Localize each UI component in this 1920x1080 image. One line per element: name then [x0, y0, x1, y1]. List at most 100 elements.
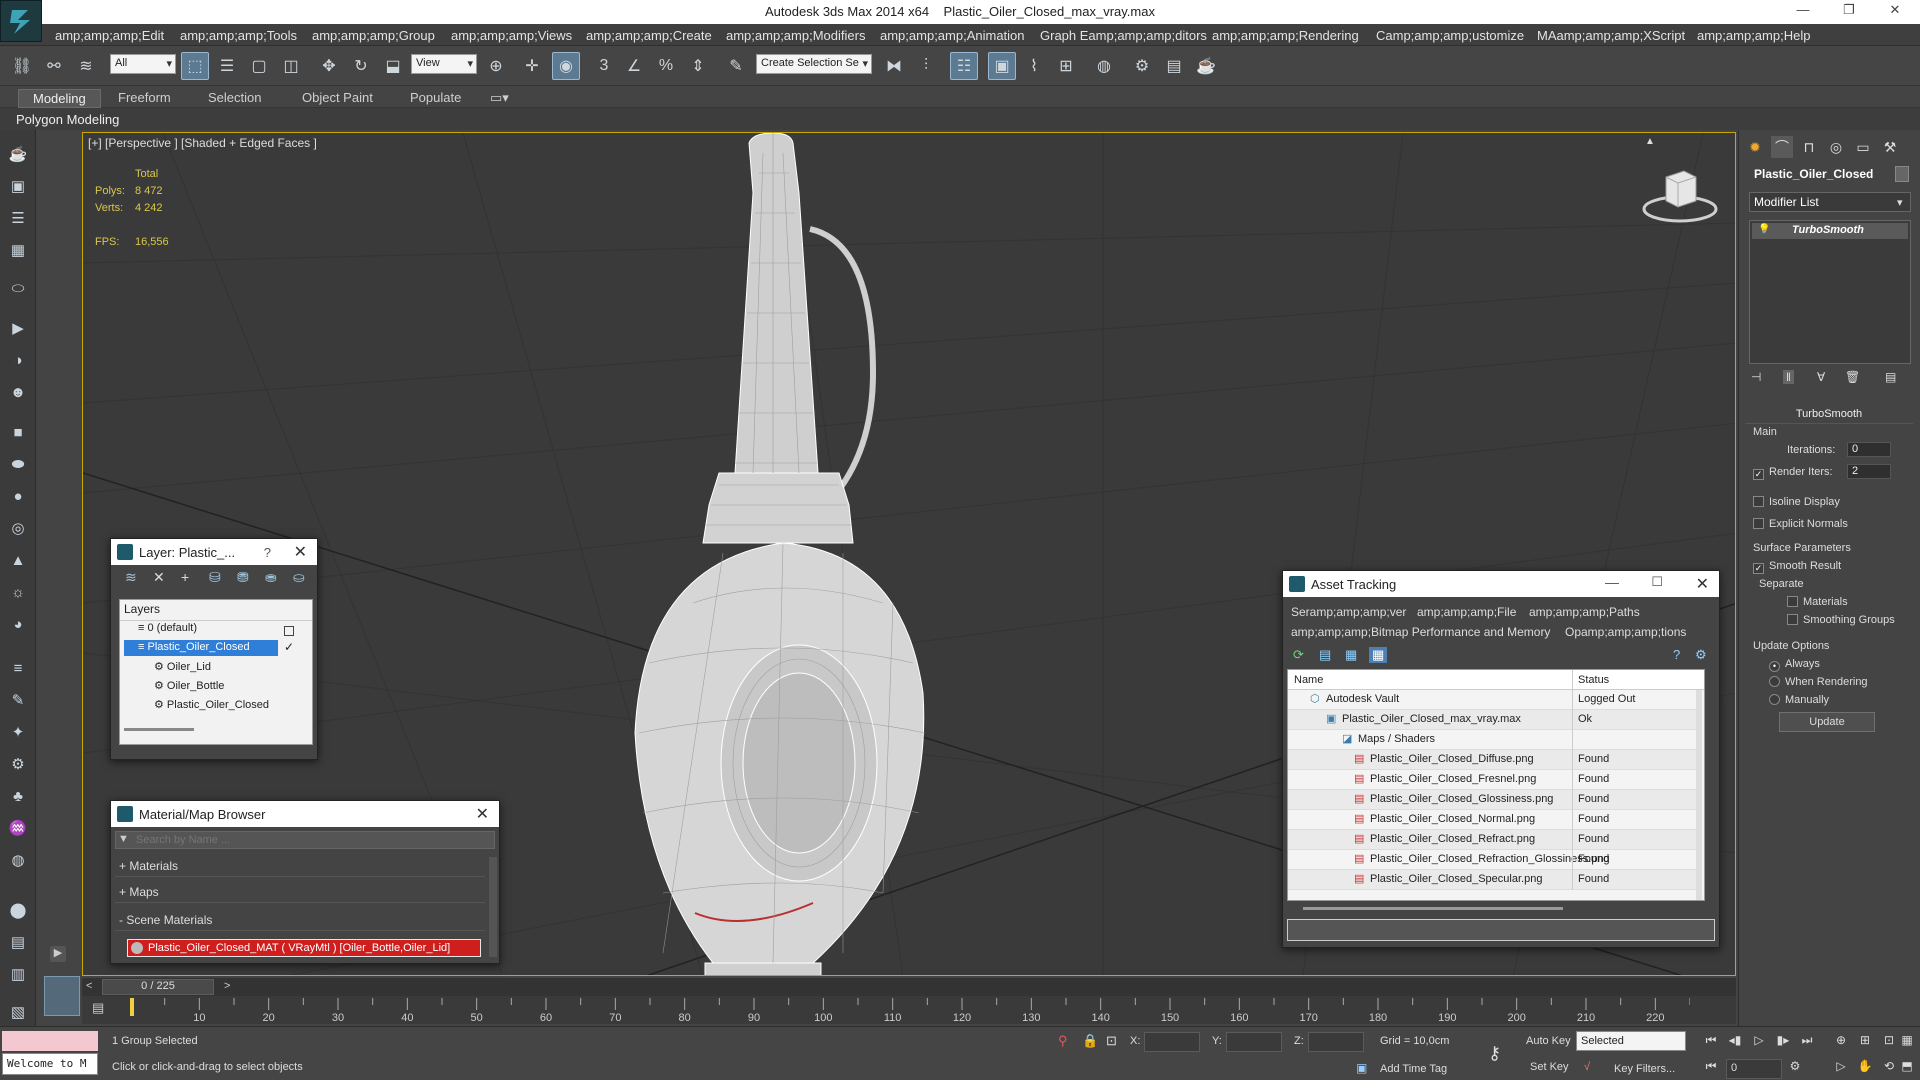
percent-snap-icon[interactable]: % [652, 52, 680, 80]
hierarchy-tab-icon[interactable]: ⊓ [1798, 136, 1820, 158]
link-icon[interactable]: ⛓ [8, 52, 36, 80]
menu-rendering[interactable]: amp;amp;amp;Rendering [1212, 28, 1359, 43]
viewcube-icon[interactable] [1640, 163, 1720, 225]
absolute-mode-icon[interactable]: ⊡ [1106, 1033, 1117, 1049]
globe-icon[interactable]: ◍ [6, 848, 30, 872]
minimize-icon[interactable]: — [1605, 574, 1619, 590]
hide-all-layers-icon[interactable]: ⛂ [265, 569, 277, 586]
pivot-center-icon[interactable]: ⊕ [482, 52, 510, 80]
maps-group[interactable]: + Maps [115, 885, 485, 903]
checkmark-icon[interactable]: ✓ [284, 640, 294, 654]
graphite-toggle-icon[interactable]: ▣ [988, 52, 1016, 80]
zoom-all-icon[interactable]: ⊞ [1856, 1033, 1874, 1051]
asset-row[interactable]: ⬡ Autodesk Vault Logged Out [1288, 690, 1696, 710]
menu-create[interactable]: amp;amp;amp;Create [586, 28, 712, 43]
name-column-header[interactable]: Name [1294, 674, 1323, 686]
lightbulb-icon[interactable]: 💡 [1758, 224, 1770, 235]
app-logo-icon[interactable] [0, 0, 42, 42]
layer-object-item[interactable]: ⚙ Plastic_Oiler_Closed [154, 698, 269, 711]
schematic-view-icon[interactable]: ⊞ [1052, 52, 1080, 80]
tab-object-paint[interactable]: Object Paint [288, 89, 387, 106]
turbosmooth-rollout[interactable]: TurboSmooth [1745, 408, 1913, 424]
scale-icon[interactable]: ⬓ [379, 52, 407, 80]
named-selection-dropdown[interactable]: Create Selection Se [756, 54, 872, 74]
render-iters-spinner[interactable]: 2 [1847, 464, 1891, 479]
filter-icon[interactable]: ▼ [118, 833, 129, 845]
sphere-render-icon[interactable]: ⬤ [6, 898, 30, 922]
materials-checkbox[interactable]: Materials [1787, 596, 1848, 608]
x-coordinate-field[interactable] [1144, 1032, 1200, 1052]
scene-materials-group[interactable]: - Scene Materials [115, 913, 485, 931]
highlight-layer-icon[interactable]: ⛃ [237, 569, 249, 586]
object-name-field[interactable]: Plastic_Oiler_Closed [1749, 164, 1891, 184]
asset-row[interactable]: ▤ Plastic_Oiler_Closed_Diffuse.png Found [1288, 750, 1696, 770]
material-editor-icon[interactable]: ◍ [1090, 52, 1118, 80]
people-icon[interactable]: ☻ [6, 380, 30, 404]
modifier-list-dropdown[interactable]: Modifier List [1749, 192, 1911, 212]
pin-stack-icon[interactable]: ⊣ [1751, 370, 1761, 384]
edit-named-selection-icon[interactable]: ✎ [722, 52, 750, 80]
container-icon[interactable]: ⬭ [6, 276, 30, 300]
isoline-display-checkbox[interactable]: Isoline Display [1753, 496, 1840, 508]
asset-tracking-title[interactable]: Asset Tracking — ☐ ✕ [1283, 571, 1719, 597]
expand-left-panel-icon[interactable]: ▶ [50, 946, 66, 962]
materials-group[interactable]: + Materials [115, 859, 485, 877]
render-frame-icon[interactable]: ▣ [6, 174, 30, 198]
tab-populate[interactable]: Populate [396, 89, 475, 106]
update-button[interactable]: Update [1779, 712, 1875, 732]
next-frame-icon[interactable]: > [224, 980, 230, 992]
restore-icon[interactable]: ❐ [1834, 2, 1864, 18]
menu-customize[interactable]: Camp;amp;amp;ustomize [1376, 28, 1524, 43]
asset-menu-paths[interactable]: amp;amp;amp;Paths [1529, 605, 1640, 619]
align-icon[interactable]: ⫶ [912, 52, 940, 80]
chevron-down-icon[interactable]: ▾ [1897, 196, 1903, 209]
layer-object-item[interactable]: ⚙ Oiler_Lid [154, 660, 211, 673]
keyboard-shortcut-toggle-icon[interactable]: ◉ [552, 52, 580, 80]
time-slider-thumb[interactable]: 0 / 225 [102, 979, 214, 995]
render-iters-checkbox[interactable]: ✓ Render Iters: [1753, 466, 1833, 480]
time-tag-icon[interactable]: ▣ [1356, 1061, 1367, 1075]
menu-help[interactable]: amp;amp;amp;Help [1697, 28, 1810, 43]
render-icon[interactable]: ▤ [6, 930, 30, 954]
asset-row[interactable]: ▤ Plastic_Oiler_Closed_Fresnel.png Found [1288, 770, 1696, 790]
help-icon[interactable]: ? [264, 545, 271, 560]
cone-icon[interactable]: ▲ [6, 548, 30, 572]
key-mode-dropdown[interactable]: Selected [1576, 1031, 1686, 1051]
light-icon[interactable]: ☼ [6, 580, 30, 604]
select-by-name-icon[interactable]: ☰ [213, 52, 241, 80]
menu-edit[interactable]: amp;amp;amp;Edit [55, 28, 164, 43]
current-frame-marker[interactable] [130, 998, 134, 1016]
orbit-icon[interactable]: ⟲ [1880, 1059, 1898, 1077]
display-tab-icon[interactable]: ▭ [1852, 136, 1874, 158]
asset-row[interactable]: ▤ Plastic_Oiler_Closed_Refract.png Found [1288, 830, 1696, 850]
reference-coord-dropdown[interactable]: View [411, 54, 477, 74]
render-region-icon[interactable]: ▥ [6, 962, 30, 986]
zoom-icon[interactable]: ⊕ [1832, 1033, 1850, 1051]
manually-radio[interactable]: Manually [1769, 694, 1829, 706]
add-time-tag-button[interactable]: Add Time Tag [1380, 1063, 1447, 1075]
maximize-icon[interactable]: ☐ [1651, 574, 1663, 590]
orbit-icon[interactable]: ◑ [6, 348, 30, 372]
bind-space-warp-icon[interactable]: ≋ [72, 52, 100, 80]
maxscript-input[interactable]: Welcome to M [2, 1053, 98, 1075]
asset-row[interactable]: ▤ Plastic_Oiler_Closed_Refraction_Glossin… [1288, 850, 1696, 870]
plant-icon[interactable]: ♣ [6, 784, 30, 808]
explicit-normals-checkbox[interactable]: Explicit Normals [1753, 518, 1848, 530]
key-filters-button[interactable]: Key Filters... [1614, 1063, 1675, 1075]
delete-layer-icon[interactable]: ✕ [153, 569, 165, 586]
refresh-icon[interactable]: ⟳ [1293, 647, 1304, 663]
make-unique-icon[interactable]: ∀ [1817, 370, 1825, 384]
material-sphere-icon[interactable]: ◕ [6, 612, 30, 636]
lock-selection-icon[interactable]: 🔒 [1082, 1033, 1098, 1049]
menu-tools[interactable]: amp;amp;amp;Tools [180, 28, 297, 43]
viewport-label[interactable]: [+] [Perspective ] [Shaded + Edged Faces… [88, 136, 317, 150]
remove-modifier-icon[interactable]: 🗑 [1845, 370, 1860, 384]
minimize-icon[interactable]: — [1788, 2, 1818, 17]
menu-animation[interactable]: amp;amp;amp;Animation [880, 28, 1025, 43]
zoom-extents-icon[interactable]: ⊡ [1880, 1033, 1898, 1051]
horizontal-scrollbar[interactable] [124, 728, 194, 731]
asset-row[interactable]: ▤ Plastic_Oiler_Closed_Glossiness.png Foun… [1288, 790, 1696, 810]
maxscript-mini-listener[interactable] [2, 1031, 98, 1051]
box-icon[interactable]: ■ [6, 420, 30, 444]
window-crossing-icon[interactable]: ◫ [277, 52, 305, 80]
